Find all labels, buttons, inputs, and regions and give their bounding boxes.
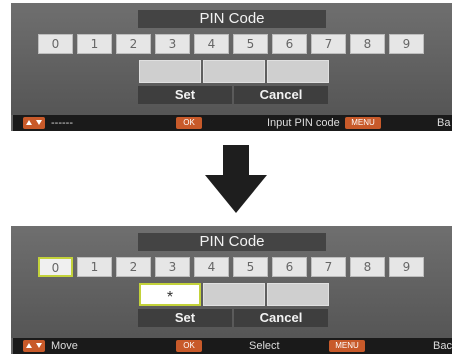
footer-hint: Select: [249, 340, 280, 352]
digit-key-3[interactable]: 3: [155, 257, 190, 277]
digit-key-8[interactable]: 8: [350, 257, 385, 277]
footer-edge: [11, 338, 13, 354]
nav-hint: ------: [51, 117, 73, 129]
pin-slot-1: *: [139, 283, 201, 306]
down-arrow-icon: [205, 145, 267, 213]
digit-key-0[interactable]: 0: [38, 34, 73, 54]
dialog-title: PIN Code: [138, 233, 326, 251]
digit-key-2[interactable]: 2: [116, 257, 151, 277]
back-hint: Ba: [437, 117, 451, 129]
menu-key-chip: MENU: [345, 117, 381, 129]
up-down-arrows-icon: [23, 117, 45, 129]
pin-code-dialog-after: PIN Code 0 1 2 3 4 5 6 7 8 9 * Set Cance…: [11, 226, 452, 354]
digit-key-1[interactable]: 1: [77, 34, 112, 54]
digit-key-7[interactable]: 7: [311, 34, 346, 54]
nav-hint: Move: [51, 340, 78, 352]
set-button[interactable]: Set: [138, 86, 232, 104]
digit-key-2[interactable]: 2: [116, 34, 151, 54]
digit-key-0[interactable]: 0: [38, 257, 73, 277]
digit-key-5[interactable]: 5: [233, 257, 268, 277]
footer-edge: [11, 115, 13, 131]
pin-code-dialog-before: PIN Code 0 1 2 3 4 5 6 7 8 9 Set Cancel …: [11, 3, 452, 131]
digit-key-8[interactable]: 8: [350, 34, 385, 54]
pin-slot-3: [267, 60, 329, 83]
ok-key-chip: OK: [176, 340, 202, 352]
pin-slot-2: [203, 283, 265, 306]
dialog-title: PIN Code: [138, 10, 326, 28]
menu-key-chip: MENU: [329, 340, 365, 352]
up-down-arrows-icon: [23, 340, 45, 352]
digit-key-1[interactable]: 1: [77, 257, 112, 277]
digit-key-4[interactable]: 4: [194, 34, 229, 54]
cancel-button[interactable]: Cancel: [234, 86, 328, 104]
cancel-button[interactable]: Cancel: [234, 309, 328, 327]
pin-slot-3: [267, 283, 329, 306]
ok-key-chip: OK: [176, 117, 202, 129]
digit-key-3[interactable]: 3: [155, 34, 190, 54]
pin-slot-2: [203, 60, 265, 83]
digit-key-7[interactable]: 7: [311, 257, 346, 277]
pin-slot-1: [139, 60, 201, 83]
digit-key-9[interactable]: 9: [389, 34, 424, 54]
status-bar: Move OK Select MENU Bac: [11, 338, 452, 354]
digit-key-6[interactable]: 6: [272, 257, 307, 277]
footer-hint: Input PIN code: [267, 117, 340, 129]
digit-key-6[interactable]: 6: [272, 34, 307, 54]
back-hint: Bac: [433, 340, 452, 352]
set-button[interactable]: Set: [138, 309, 232, 327]
digit-key-4[interactable]: 4: [194, 257, 229, 277]
digit-key-5[interactable]: 5: [233, 34, 268, 54]
status-bar: ------ OK Input PIN code MENU Ba: [11, 115, 452, 131]
digit-key-9[interactable]: 9: [389, 257, 424, 277]
